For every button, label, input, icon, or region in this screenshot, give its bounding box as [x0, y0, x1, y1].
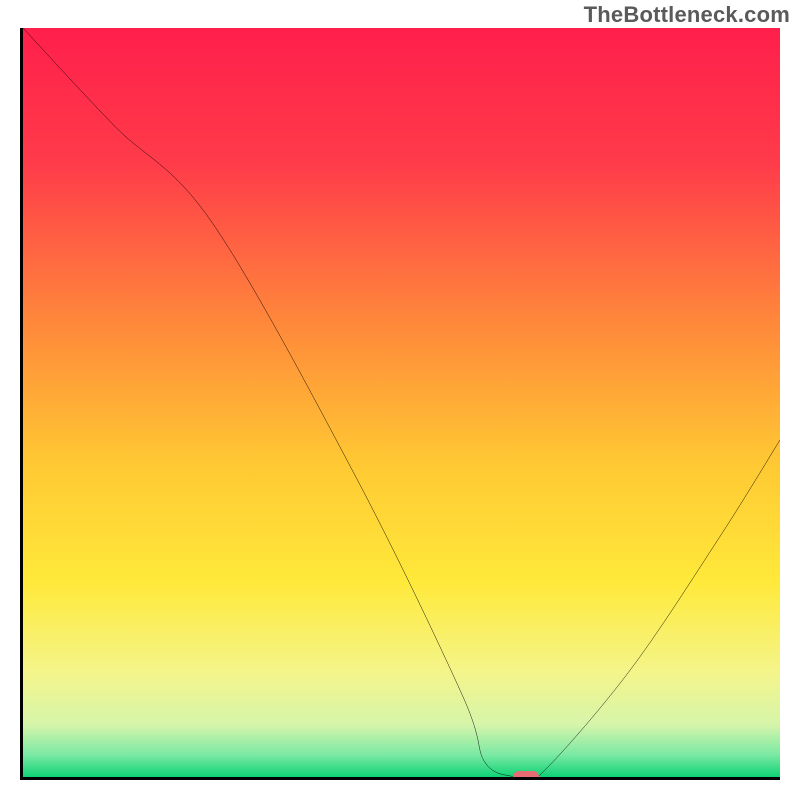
bottleneck-curve: [23, 28, 780, 777]
chart-frame: TheBottleneck.com: [0, 0, 800, 800]
watermark-text: TheBottleneck.com: [584, 2, 790, 28]
plot-area: [20, 28, 780, 780]
optimal-marker: [513, 771, 539, 780]
